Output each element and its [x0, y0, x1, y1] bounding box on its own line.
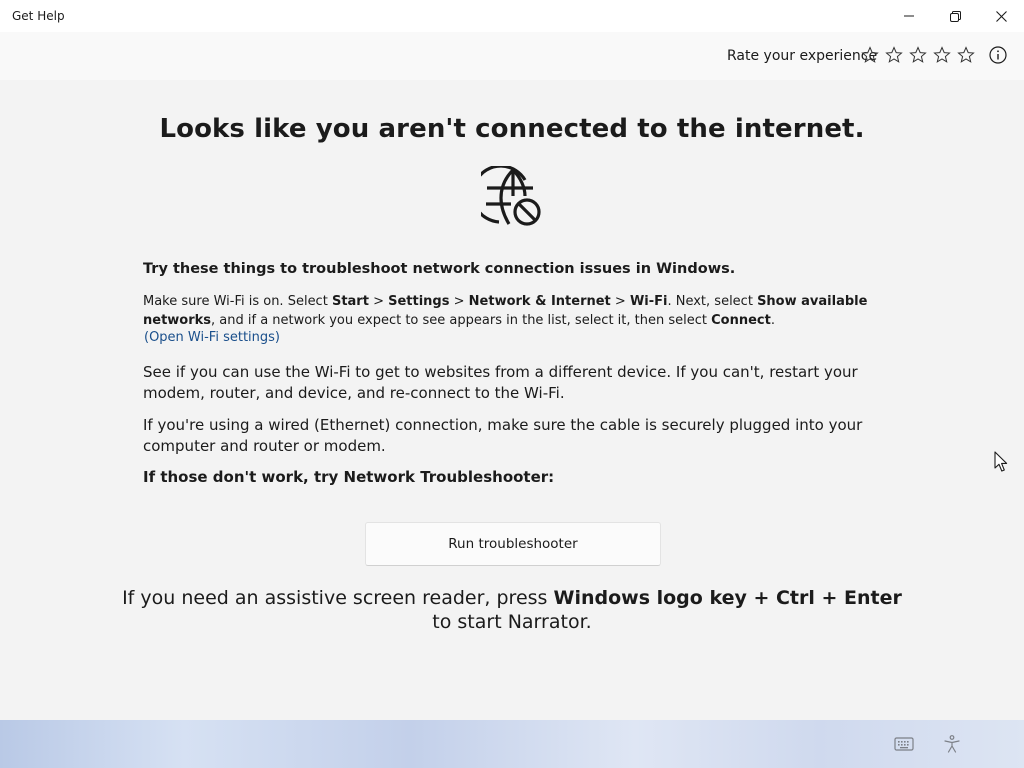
rating-bar: Rate your experience [0, 32, 1024, 80]
different-device-paragraph: See if you can use the Wi-Fi to get to w… [143, 363, 858, 402]
taskbar [0, 720, 1024, 768]
star-3-icon[interactable] [909, 46, 927, 64]
star-2-icon[interactable] [885, 46, 903, 64]
star-4-icon[interactable] [933, 46, 951, 64]
minimize-icon [904, 15, 914, 17]
troubleshoot-heading: Try these things to troubleshoot network… [143, 261, 736, 277]
close-button[interactable] [978, 0, 1024, 32]
globe-blocked-icon [481, 166, 541, 226]
troubleshooter-label: If those don't work, try Network Trouble… [143, 468, 555, 486]
wifi-instructions: Make sure Wi-Fi is on. Select Start > Se… [143, 294, 868, 328]
settings-text: Settings [388, 294, 450, 309]
restore-icon [949, 10, 961, 22]
narrator-hint: If you need an assistive screen reader, … [122, 587, 902, 633]
run-troubleshooter-button[interactable]: Run troubleshooter [365, 522, 661, 566]
wifi-text: Wi-Fi [629, 294, 668, 309]
narrator-keys: Windows logo key + Ctrl + Enter [553, 587, 902, 609]
keyboard-icon[interactable] [894, 734, 914, 754]
rate-experience-label: Rate your experience [727, 48, 878, 64]
start-text: Start [331, 294, 369, 309]
ethernet-paragraph: If you're using a wired (Ethernet) conne… [143, 416, 863, 455]
open-wifi-settings-link[interactable]: (Open Wi-Fi settings) [144, 330, 889, 345]
mouse-cursor-icon [994, 451, 1008, 472]
network-internet-text: Network & Internet [468, 294, 611, 309]
title-bar: Get Help [0, 0, 1024, 32]
page-title: Looks like you aren't connected to the i… [159, 114, 865, 144]
close-icon [995, 10, 1007, 22]
restore-button[interactable] [932, 0, 978, 32]
star-5-icon[interactable] [957, 46, 975, 64]
info-icon[interactable] [989, 46, 1007, 64]
connect-text: Connect [711, 313, 771, 328]
minimize-button[interactable] [886, 0, 932, 32]
window-title: Get Help [12, 9, 65, 23]
star-1-icon[interactable] [861, 46, 879, 64]
accessibility-icon[interactable] [942, 734, 962, 754]
